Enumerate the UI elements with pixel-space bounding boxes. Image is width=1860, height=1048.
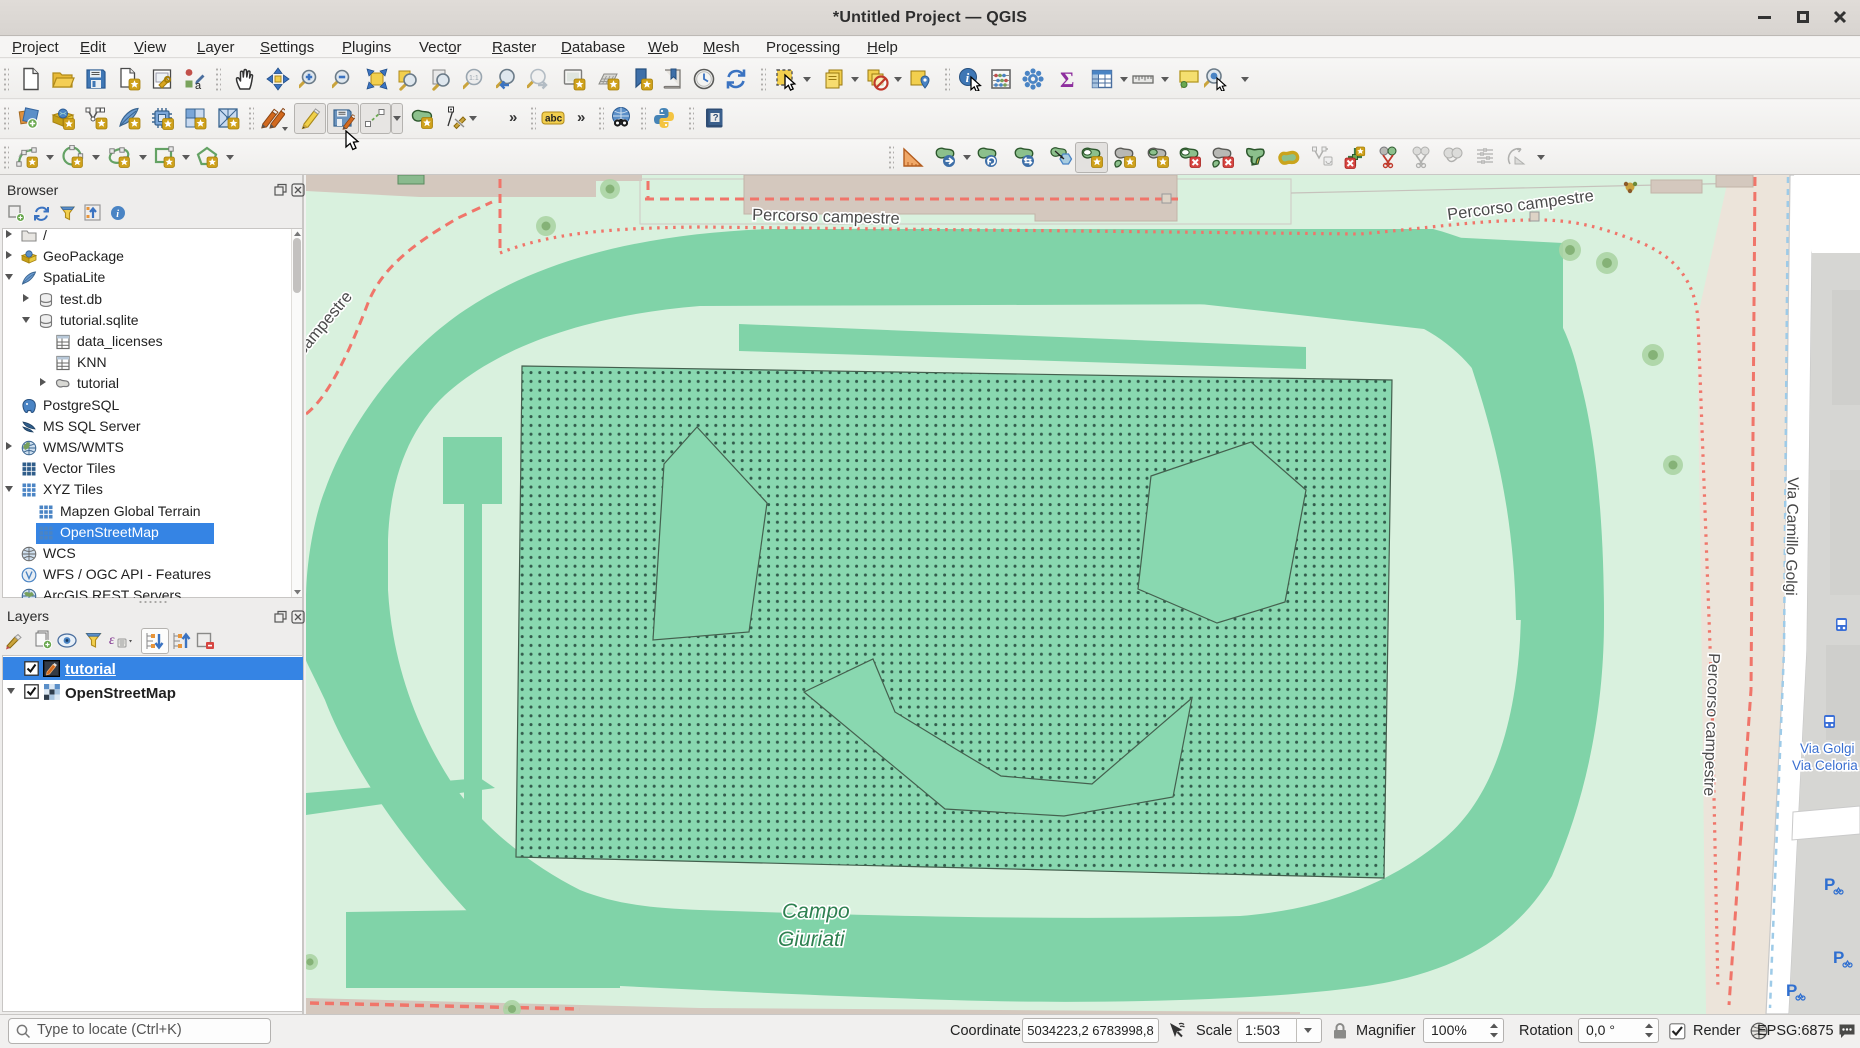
svg-text:Campo: Campo — [782, 900, 850, 923]
svg-text:i: i — [966, 70, 970, 85]
svg-text:»: » — [509, 109, 517, 126]
svg-text:?: ? — [713, 113, 719, 124]
svg-text:Giuriati: Giuriati — [778, 928, 846, 951]
svg-text:ε: ε — [109, 633, 115, 648]
svg-text:»: » — [577, 109, 585, 126]
svg-text:Via Golgi: Via Golgi — [1800, 741, 1855, 756]
svg-text:Via Camillo Golgi: Via Camillo Golgi — [1782, 477, 1801, 596]
svg-text:Σ: Σ — [1060, 67, 1074, 91]
svg-text:a: a — [195, 80, 202, 91]
svg-text:Via Celoria: Via Celoria — [1792, 758, 1858, 773]
svg-text:i: i — [116, 209, 119, 220]
svg-text:abc: abc — [545, 114, 563, 125]
svg-text:1:1: 1:1 — [469, 75, 479, 82]
